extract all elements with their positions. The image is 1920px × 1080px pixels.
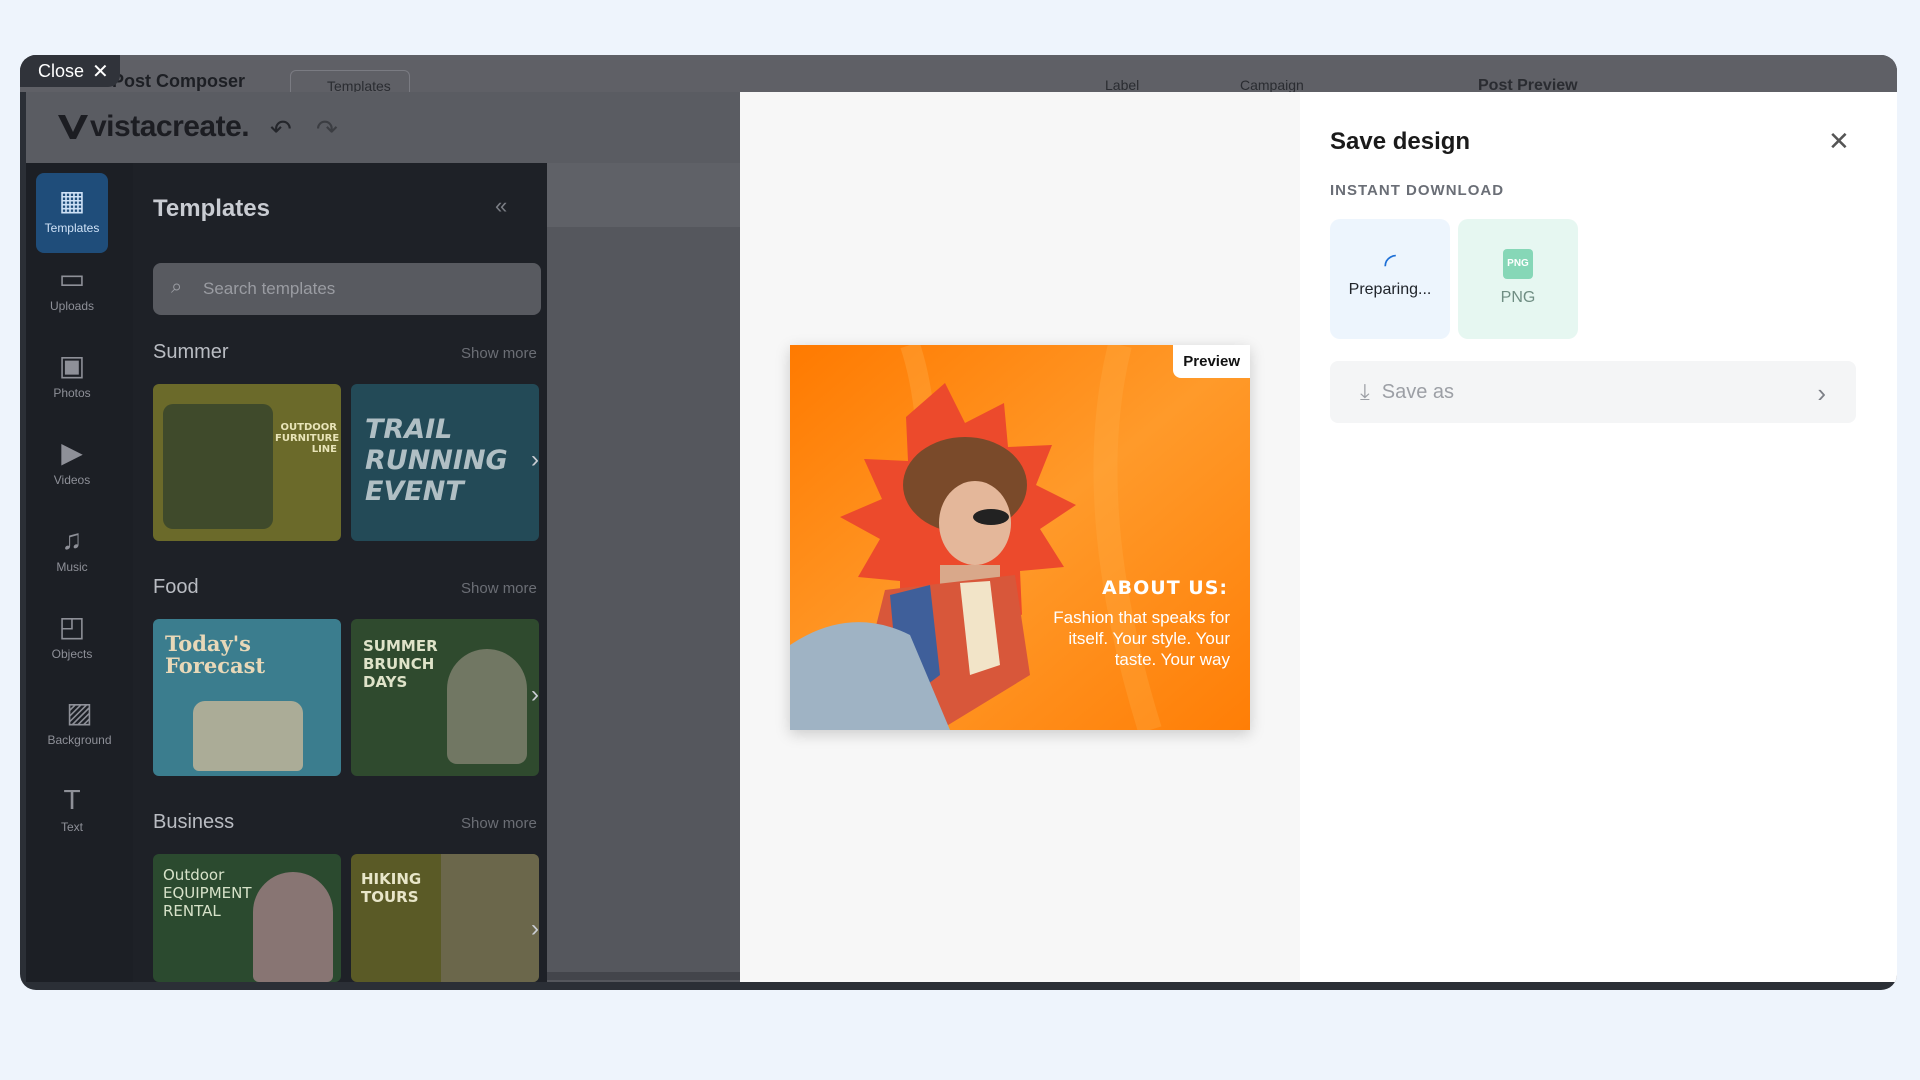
editor-sidebar: ▦ Templates ▭ Uploads ▣ Photos ▶ Videos … bbox=[26, 163, 133, 982]
png-download-button[interactable]: PNG PNG bbox=[1458, 219, 1578, 339]
template-thumb[interactable]: OUTDOOR FURNITURE LINE bbox=[153, 384, 341, 541]
chevron-right-icon[interactable]: › bbox=[531, 681, 539, 709]
sidebar-item-label: Uploads bbox=[49, 299, 95, 313]
search-placeholder: Search templates bbox=[203, 279, 336, 298]
sidebar-item-label: Objects bbox=[51, 647, 93, 661]
search-templates-input[interactable]: ⌕ Search templates bbox=[153, 263, 541, 315]
template-thumb-title: Today's Forecast bbox=[165, 631, 266, 678]
template-thumb[interactable]: TRAIL RUNNING EVENT bbox=[351, 384, 539, 541]
folder-icon: ▭ bbox=[58, 263, 86, 294]
sidebar-item-label: Text bbox=[60, 820, 83, 834]
show-more-business[interactable]: Show more bbox=[461, 815, 537, 832]
sidebar-item-uploads[interactable]: ▭ Uploads bbox=[36, 251, 108, 331]
logo-text: vistacreate. bbox=[90, 110, 250, 143]
editor-header: vistacreate. ↶ ↷ bbox=[26, 92, 746, 163]
video-icon: ▶ bbox=[61, 437, 83, 468]
horizontal-scrollbar[interactable] bbox=[547, 972, 746, 980]
preparing-label: Preparing... bbox=[1348, 281, 1432, 298]
design-headline: ABOUT US: bbox=[1101, 577, 1228, 599]
sidebar-item-label: Videos bbox=[53, 473, 91, 487]
save-as-button[interactable]: ⤓ Save as › bbox=[1330, 361, 1856, 423]
image-icon: ▣ bbox=[58, 350, 86, 381]
close-icon[interactable]: ✕ bbox=[1828, 126, 1850, 157]
canvas-area bbox=[547, 163, 746, 982]
save-as-label: Save as bbox=[1381, 380, 1454, 403]
sidebar-item-label: Photos bbox=[53, 386, 91, 400]
design-artwork bbox=[790, 345, 1250, 730]
save-design-panel: Save design ✕ INSTANT DOWNLOAD ◜ Prepari… bbox=[1300, 92, 1897, 982]
sidebar-item-photos[interactable]: ▣ Photos bbox=[36, 338, 108, 418]
template-thumb-title: TRAIL RUNNING EVENT bbox=[365, 414, 508, 507]
search-icon: ⌕ bbox=[171, 276, 183, 298]
png-label: PNG bbox=[1500, 289, 1536, 306]
redo-icon[interactable]: ↷ bbox=[316, 114, 338, 145]
template-thumb[interactable]: HIKING TOURS bbox=[351, 854, 539, 982]
canvas-toolbar-strip bbox=[547, 163, 746, 227]
save-design-title: Save design bbox=[1330, 128, 1471, 155]
text-icon: T bbox=[63, 784, 81, 815]
chevron-right-icon: › bbox=[1817, 378, 1826, 408]
background-campaign-menu: Campaign bbox=[1240, 77, 1304, 93]
grid-icon: ▦ bbox=[58, 185, 86, 216]
template-thumb-title: SUMMER BRUNCH DAYS bbox=[363, 637, 438, 691]
sidebar-item-label: Background bbox=[47, 733, 112, 747]
preview-badge: Preview bbox=[1173, 345, 1250, 378]
background-label-menu: Label bbox=[1105, 77, 1140, 93]
templates-panel: Templates « ⌕ Search templates Summer Sh… bbox=[133, 163, 547, 982]
template-thumb[interactable]: Today's Forecast bbox=[153, 619, 341, 776]
sidebar-item-background[interactable]: ▨ Background bbox=[26, 685, 133, 765]
design-tagline: Fashion that speaks for itself. Your sty… bbox=[1053, 608, 1230, 669]
close-overlay-button[interactable]: Close ✕ bbox=[20, 55, 120, 87]
sidebar-item-videos[interactable]: ▶ Videos bbox=[36, 425, 108, 505]
instant-download-heading: INSTANT DOWNLOAD bbox=[1330, 182, 1505, 199]
panel-title: Templates bbox=[153, 195, 270, 222]
section-title-summer: Summer bbox=[153, 341, 229, 363]
close-label: Close bbox=[38, 60, 85, 81]
template-thumb-title: OUTDOOR FURNITURE LINE bbox=[275, 422, 340, 455]
design-preview-image: Preview ABOUT US: Fashion that speaks fo… bbox=[790, 345, 1250, 730]
collapse-panel-icon[interactable]: « bbox=[495, 193, 507, 219]
template-thumb-title: HIKING TOURS bbox=[361, 870, 422, 906]
download-icon: ⤓ bbox=[1360, 379, 1370, 404]
show-more-food[interactable]: Show more bbox=[461, 580, 537, 597]
sidebar-item-label: Music bbox=[56, 560, 88, 574]
chevron-right-icon[interactable]: › bbox=[531, 446, 539, 474]
template-thumb[interactable]: Outdoor EQUIPMENT RENTAL bbox=[153, 854, 341, 982]
sidebar-item-templates[interactable]: ▦ Templates bbox=[36, 173, 108, 253]
template-thumb-title: Outdoor EQUIPMENT RENTAL bbox=[163, 866, 252, 920]
vistacreate-logo: vistacreate. bbox=[58, 110, 250, 144]
sidebar-item-label: Templates bbox=[44, 221, 100, 235]
undo-icon[interactable]: ↶ bbox=[270, 114, 292, 145]
chevron-right-icon[interactable]: › bbox=[531, 915, 539, 943]
design-preview-area: Preview ABOUT US: Fashion that speaks fo… bbox=[740, 92, 1300, 982]
pattern-icon: ▨ bbox=[66, 697, 93, 728]
png-file-icon: PNG bbox=[1503, 249, 1533, 279]
background-page-title: Post Composer bbox=[112, 71, 246, 91]
section-title-food: Food bbox=[153, 576, 199, 598]
template-thumb[interactable]: SUMMER BRUNCH DAYS bbox=[351, 619, 539, 776]
section-title-business: Business bbox=[153, 811, 235, 833]
save-design-modal: Preview ABOUT US: Fashion that speaks fo… bbox=[740, 92, 1897, 982]
show-more-summer[interactable]: Show more bbox=[461, 345, 537, 362]
preparing-download-button[interactable]: ◜ Preparing... bbox=[1330, 219, 1450, 339]
logo-v-icon bbox=[58, 115, 88, 139]
sidebar-item-text[interactable]: T Text bbox=[36, 772, 108, 852]
sidebar-item-objects[interactable]: ◰ Objects bbox=[36, 599, 108, 679]
app-window: Post Composer Templates Label Campaign P… bbox=[20, 55, 1897, 990]
sidebar-item-music[interactable]: ♫ Music bbox=[36, 512, 108, 592]
music-icon: ♫ bbox=[61, 524, 83, 555]
shapes-icon: ◰ bbox=[58, 611, 86, 642]
loading-spinner-icon: ◜ bbox=[1384, 248, 1396, 281]
close-icon: ✕ bbox=[92, 60, 109, 83]
